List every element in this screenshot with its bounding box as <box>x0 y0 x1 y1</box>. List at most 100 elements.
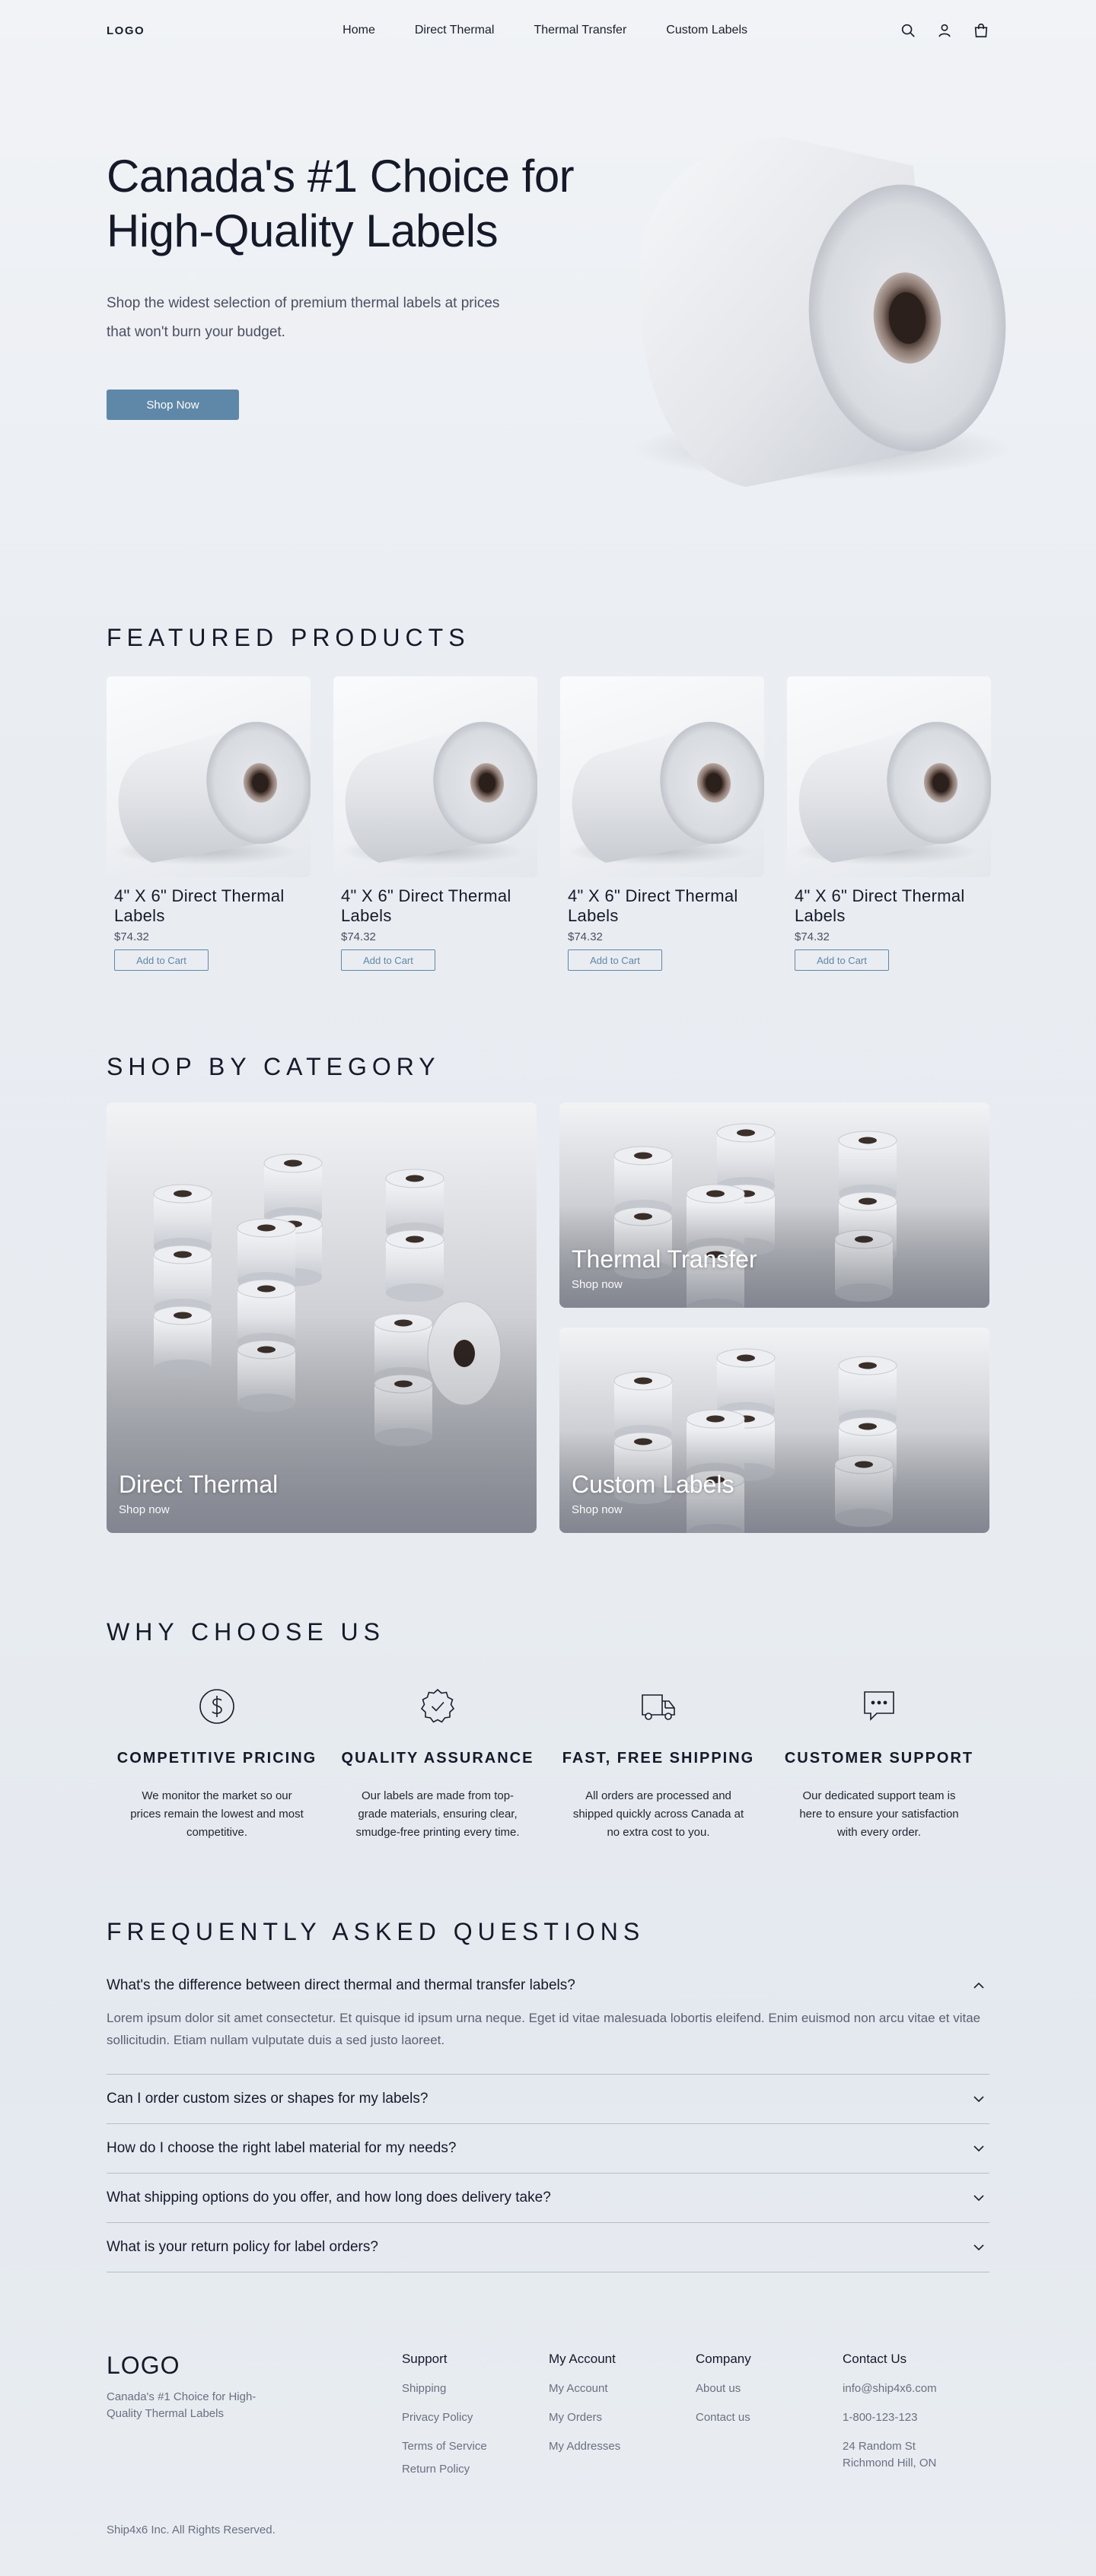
footer-support: Support Shipping Privacy Policy Terms of… <box>402 2352 549 2490</box>
product-price: $74.32 <box>341 930 376 943</box>
category-column: Thermal Transfer Shop now Custom Labels … <box>559 1102 989 1533</box>
footer-brand: LOGO Canada's #1 Choice for High-Quality… <box>107 2352 402 2490</box>
footer-link-return[interactable]: Return Policy <box>402 2461 549 2478</box>
chevron-down-icon[interactable] <box>971 2141 986 2156</box>
feature-desc: Our dedicated support team is here to en… <box>799 1789 959 1839</box>
copyright: Ship4x6 Inc. All Rights Reserved. <box>107 2524 276 2536</box>
why-choose-us: WHY CHOOSE US COMPETITIVE PRICING We mon… <box>107 1618 989 1842</box>
category-grid: Direct Thermal Shop now Thermal Transfer… <box>107 1102 989 1533</box>
footer: LOGO Canada's #1 Choice for High-Quality… <box>107 2352 989 2490</box>
footer-account: My Account My Account My Orders My Addre… <box>549 2352 696 2490</box>
footer-logo[interactable]: LOGO <box>107 2352 402 2380</box>
feature-title: FAST, FREE SHIPPING <box>562 1750 755 1767</box>
product-image[interactable] <box>333 676 537 877</box>
product-image[interactable] <box>107 676 311 877</box>
add-to-cart-button[interactable]: Add to Cart <box>341 949 435 971</box>
footer-phone[interactable]: 1-800-123-123 <box>843 2409 989 2426</box>
faq-title: FREQUENTLY ASKED QUESTIONS <box>107 1918 645 1945</box>
hero-title: Canada's #1 Choice for High-Quality Labe… <box>107 149 594 259</box>
faq-question-text[interactable]: What's the difference between direct the… <box>107 1977 575 1994</box>
chevron-down-icon[interactable] <box>971 2091 986 2107</box>
footer-link-my-addresses[interactable]: My Addresses <box>549 2438 696 2455</box>
product-grid: 4" X 6" Direct Thermal Labels $74.32 Add… <box>107 676 991 971</box>
faq-item: What's the difference between direct the… <box>107 1961 989 2075</box>
add-to-cart-button[interactable]: Add to Cart <box>568 949 662 971</box>
feature-title: CUSTOMER SUPPORT <box>784 1750 974 1767</box>
shop-now-button[interactable]: Shop Now <box>107 390 239 420</box>
footer-link-my-orders[interactable]: My Orders <box>549 2409 696 2426</box>
category-title-text[interactable]: Thermal Transfer <box>572 1245 757 1274</box>
chevron-up-icon[interactable] <box>971 1978 986 1993</box>
product-card[interactable]: 4" X 6" Direct Thermal Labels $74.32 Add… <box>107 676 311 971</box>
nav-link-home[interactable]: Home <box>342 24 375 37</box>
footer-link-privacy[interactable]: Privacy Policy <box>402 2409 549 2426</box>
product-name[interactable]: 4" X 6" Direct Thermal Labels <box>114 886 303 926</box>
hero: Canada's #1 Choice for High-Quality Labe… <box>107 61 1012 487</box>
chevron-down-icon[interactable] <box>971 2190 986 2206</box>
nav-icons <box>900 22 989 39</box>
faq-item: What is your return policy for label ord… <box>107 2223 989 2272</box>
footer-address-line1: 24 Random St <box>843 2440 916 2453</box>
faq-question[interactable]: How do I choose the right label material… <box>107 2124 989 2173</box>
footer-link-my-account[interactable]: My Account <box>549 2380 696 2397</box>
why-title: WHY CHOOSE US <box>107 1618 385 1646</box>
truck-icon <box>642 1694 675 1720</box>
product-card[interactable]: 4" X 6" Direct Thermal Labels $74.32 Add… <box>333 676 537 971</box>
category-title-text[interactable]: Custom Labels <box>572 1470 734 1499</box>
category-card-thermal-transfer[interactable]: Thermal Transfer Shop now <box>559 1102 989 1308</box>
product-name[interactable]: 4" X 6" Direct Thermal Labels <box>341 886 530 926</box>
footer-email[interactable]: info@ship4x6.com <box>843 2380 989 2397</box>
footer-link-terms[interactable]: Terms of Service <box>402 2438 549 2455</box>
feature-desc: We monitor the market so our prices rema… <box>130 1789 304 1839</box>
faq-question-text[interactable]: What is your return policy for label ord… <box>107 2239 378 2256</box>
shopping-bag-icon[interactable] <box>973 22 989 39</box>
hero-text: Canada's #1 Choice for High-Quality Labe… <box>107 149 594 420</box>
feature-list: COMPETITIVE PRICING We monitor the marke… <box>107 1686 989 1842</box>
nav-link-custom-labels[interactable]: Custom Labels <box>666 24 747 37</box>
logo[interactable]: LOGO <box>107 24 145 37</box>
faq-question-text[interactable]: How do I choose the right label material… <box>107 2140 456 2157</box>
faq: FREQUENTLY ASKED QUESTIONS What's the di… <box>107 1918 989 2272</box>
product-card[interactable]: 4" X 6" Direct Thermal Labels $74.32 Add… <box>787 676 991 971</box>
footer-heading: Contact Us <box>843 2352 907 2366</box>
faq-question-text[interactable]: What shipping options do you offer, and … <box>107 2190 551 2206</box>
product-card[interactable]: 4" X 6" Direct Thermal Labels $74.32 Add… <box>560 676 764 971</box>
faq-question[interactable]: What's the difference between direct the… <box>107 1961 989 2010</box>
category-image <box>107 1102 537 1533</box>
add-to-cart-button[interactable]: Add to Cart <box>114 949 209 971</box>
product-name[interactable]: 4" X 6" Direct Thermal Labels <box>795 886 983 926</box>
badge-check-icon <box>420 1688 455 1723</box>
faq-answer: Lorem ipsum dolor sit amet consectetur. … <box>107 2011 981 2047</box>
footer-address: 24 Random St Richmond Hill, ON <box>843 2438 989 2472</box>
shop-now-link[interactable]: Shop now <box>119 1503 278 1516</box>
category-card-custom-labels[interactable]: Custom Labels Shop now <box>559 1328 989 1533</box>
shop-by-category: SHOP BY CATEGORY Direct Thermal Shop now <box>107 1053 989 1533</box>
add-to-cart-button[interactable]: Add to Cart <box>795 949 889 971</box>
user-icon[interactable] <box>936 22 953 39</box>
faq-question[interactable]: What is your return policy for label ord… <box>107 2223 989 2272</box>
top-nav: LOGO Home Direct Thermal Thermal Transfe… <box>107 0 989 61</box>
product-image[interactable] <box>787 676 991 877</box>
nav-link-direct-thermal[interactable]: Direct Thermal <box>415 24 495 37</box>
faq-question[interactable]: Can I order custom sizes or shapes for m… <box>107 2075 989 2123</box>
nav-link-thermal-transfer[interactable]: Thermal Transfer <box>534 24 626 37</box>
dollar-icon <box>199 1689 234 1724</box>
faq-question-text[interactable]: Can I order custom sizes or shapes for m… <box>107 2091 428 2107</box>
featured-title: FEATURED PRODUCTS <box>107 624 470 651</box>
category-title-text[interactable]: Direct Thermal <box>119 1470 278 1499</box>
faq-list: What's the difference between direct the… <box>107 1961 989 2272</box>
footer-link-about[interactable]: About us <box>696 2380 843 2397</box>
chevron-down-icon[interactable] <box>971 2240 986 2255</box>
shop-now-link[interactable]: Shop now <box>572 1278 757 1291</box>
footer-link-shipping[interactable]: Shipping <box>402 2380 549 2397</box>
shop-now-link[interactable]: Shop now <box>572 1503 734 1516</box>
product-image[interactable] <box>560 676 764 877</box>
product-price: $74.32 <box>795 930 830 943</box>
footer-link-contact[interactable]: Contact us <box>696 2409 843 2426</box>
search-icon[interactable] <box>900 22 916 39</box>
faq-item: How do I choose the right label material… <box>107 2124 989 2174</box>
category-card-direct-thermal[interactable]: Direct Thermal Shop now <box>107 1102 537 1533</box>
footer-heading: Support <box>401 2352 448 2366</box>
product-name[interactable]: 4" X 6" Direct Thermal Labels <box>568 886 757 926</box>
faq-question[interactable]: What shipping options do you offer, and … <box>107 2174 989 2222</box>
